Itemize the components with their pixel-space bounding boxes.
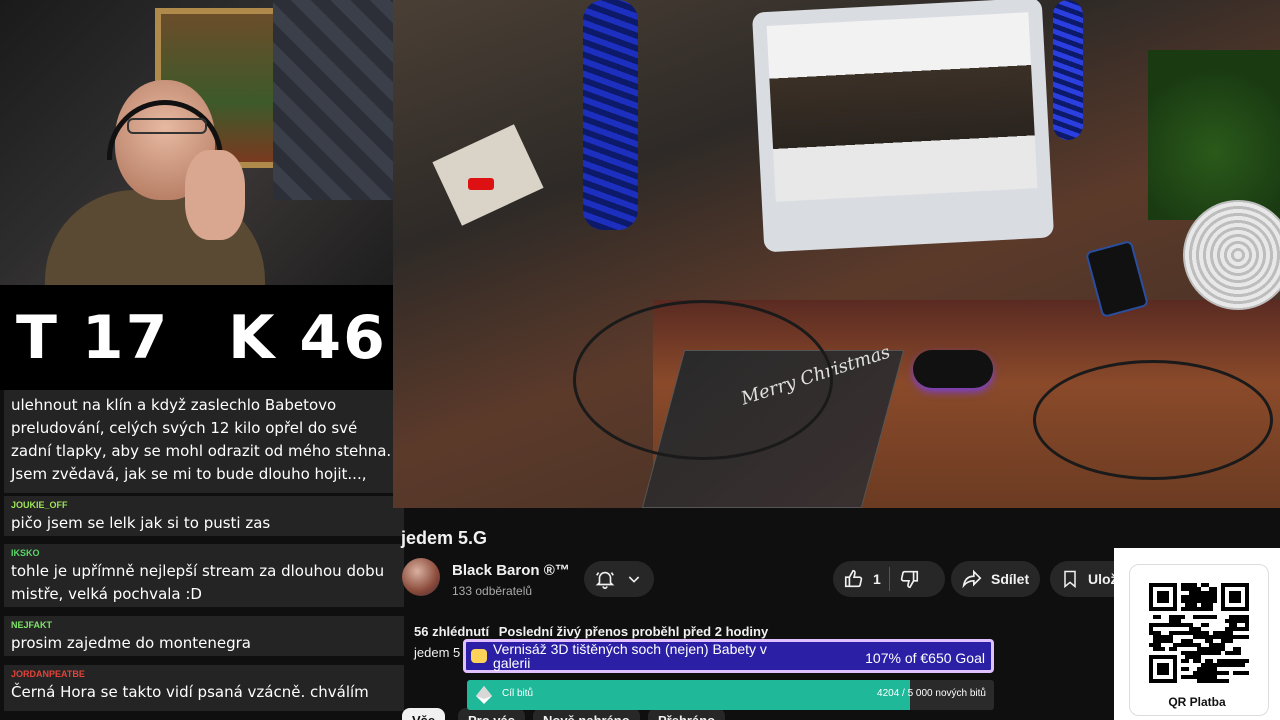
webcam-feed bbox=[0, 0, 393, 285]
chat-username: NEJFAKT bbox=[11, 620, 53, 630]
like-dislike-group: 1 bbox=[833, 561, 945, 597]
power-switch-light bbox=[468, 178, 494, 190]
power-strip bbox=[432, 124, 544, 226]
chat-message-text: prosim zajedme do montenegra bbox=[11, 634, 251, 652]
share-button[interactable]: Sdílet bbox=[951, 561, 1040, 597]
chat-message: JOUKIE_OFF pičo jsem se lelk jak si to p… bbox=[4, 496, 404, 536]
chat-username: IKSKO bbox=[11, 548, 40, 558]
stream-info: Poslední živý přenos proběhl před 2 hodi… bbox=[498, 624, 769, 639]
chat-overlay: ulehnout na klín a když zaslechlo Babeto… bbox=[0, 390, 405, 720]
bits-progress-fill bbox=[467, 680, 911, 710]
counter-t: T 17 bbox=[16, 303, 170, 373]
chat-message: IKSKO tohle je upřímně nejlepší stream z… bbox=[4, 544, 404, 607]
share-icon bbox=[962, 569, 982, 589]
bookmark-icon bbox=[1064, 570, 1076, 589]
thumbs-up-icon bbox=[844, 569, 863, 588]
qr-label: QR Platba bbox=[1168, 695, 1226, 709]
goal-amount: 107% of €650 Goal bbox=[865, 650, 985, 666]
cable bbox=[1033, 360, 1273, 480]
share-label: Sdílet bbox=[991, 571, 1030, 587]
streamer bbox=[45, 80, 265, 285]
bits-count: 4204 / 5 000 nových bitů bbox=[877, 688, 986, 699]
goal-logo-icon bbox=[471, 649, 487, 663]
chat-message-text: pičo jsem se lelk jak si to pusti zas bbox=[11, 514, 271, 532]
chat-message: JORDANPEATBE Černá Hora se takto vidí ps… bbox=[4, 665, 404, 711]
qr-payment-panel: QR Platba bbox=[1114, 548, 1280, 720]
score-counters: T 17 K 46 bbox=[0, 285, 393, 390]
chat-username: JORDANPEATBE bbox=[11, 669, 85, 679]
chat-message-text: tohle je upřímně nejlepší stream za dlou… bbox=[11, 562, 385, 603]
subscriber-count: 133 odběratelů bbox=[452, 584, 533, 598]
divider bbox=[888, 567, 890, 591]
chat-message: ulehnout na klín a když zaslechlo Babeto… bbox=[4, 390, 404, 493]
monitor bbox=[751, 0, 1055, 253]
acoustic-foam bbox=[273, 0, 393, 200]
tinsel-decoration bbox=[583, 0, 638, 230]
view-count: 56 zhlédnutí bbox=[414, 624, 490, 639]
notification-button[interactable] bbox=[584, 561, 654, 597]
video-title: jedem 5.G bbox=[401, 528, 488, 548]
channel-avatar[interactable] bbox=[402, 558, 440, 596]
counter-k: K 46 bbox=[228, 303, 387, 373]
bits-label: Cíl bitů bbox=[502, 688, 534, 699]
thumbs-down-icon bbox=[900, 570, 918, 589]
chat-message-text: Černá Hora se takto vidí psaná vzácně. c… bbox=[11, 683, 369, 701]
tinsel-decoration bbox=[1053, 0, 1083, 140]
chevron-down-icon bbox=[628, 576, 640, 583]
goal-title: Vernisáž 3D tištěných soch (nejen) Babet… bbox=[493, 641, 767, 671]
video-player[interactable]: Merry Christmas bbox=[393, 0, 1280, 508]
chat-message-text: ulehnout na klín a když zaslechlo Babeto… bbox=[11, 396, 392, 483]
description-text[interactable]: jedem 5 bbox=[414, 645, 460, 660]
fan bbox=[1183, 200, 1280, 310]
description-meta[interactable]: 56 zhlédnutí Poslední živý přenos proběh… bbox=[414, 624, 768, 639]
channel-name[interactable]: Black Baron ®™ bbox=[452, 562, 570, 579]
qr-code bbox=[1149, 583, 1249, 683]
bits-goal-bar: Cíl bitů 4204 / 5 000 nových bitů bbox=[467, 680, 994, 710]
like-button[interactable]: 1 bbox=[833, 568, 881, 590]
mouse bbox=[913, 350, 993, 388]
cable bbox=[573, 300, 833, 460]
donation-goal-bar: Vernisáž 3D tištěných soch (nejen) Babet… bbox=[463, 639, 994, 673]
chip-all[interactable]: Vše bbox=[402, 708, 446, 720]
bell-icon bbox=[595, 571, 615, 589]
christmas-tree bbox=[1148, 50, 1280, 220]
bits-gem-icon bbox=[476, 686, 492, 704]
dislike-button[interactable] bbox=[898, 568, 920, 590]
chat-username: JOUKIE_OFF bbox=[11, 500, 68, 510]
chat-message: NEJFAKT prosim zajedme do montenegra bbox=[4, 616, 404, 656]
like-count: 1 bbox=[873, 571, 881, 587]
